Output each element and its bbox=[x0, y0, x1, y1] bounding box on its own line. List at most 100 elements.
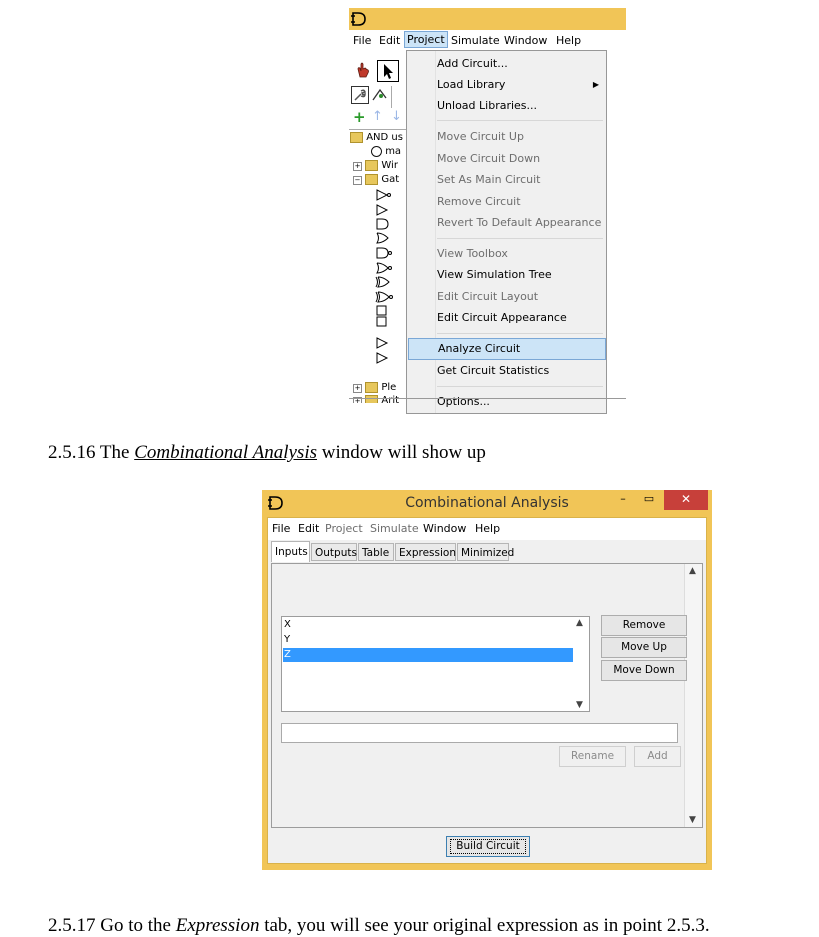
tree-root-label: AND us bbox=[366, 132, 403, 143]
menu-item-analyze-circuit[interactable]: Analyze Circuit bbox=[408, 338, 606, 360]
folder-icon bbox=[365, 381, 379, 393]
caption1-prefix: 2.5.16 The bbox=[48, 442, 135, 463]
list-item[interactable]: X bbox=[283, 618, 573, 632]
logisim-logo-icon bbox=[351, 12, 366, 26]
menu-item-remove-circuit[interactable]: Remove Circuit bbox=[436, 192, 605, 212]
down-arrow-icon[interactable]: ↓ bbox=[391, 109, 402, 124]
menu-item-edit-circuit-appearance[interactable]: Edit Circuit Appearance bbox=[436, 308, 605, 328]
variable-name-field[interactable] bbox=[281, 723, 678, 743]
move-down-button[interactable]: Move Down bbox=[601, 660, 687, 681]
tree-item-plexers-label: Ple bbox=[381, 382, 397, 393]
add-button[interactable]: Add bbox=[634, 746, 681, 767]
move-up-button[interactable]: Move Up bbox=[601, 637, 687, 658]
menu-item-edit-circuit-layout[interactable]: Edit Circuit Layout bbox=[436, 287, 605, 307]
minimize-icon[interactable]: – bbox=[612, 490, 634, 510]
scroll-down-icon[interactable]: ▼ bbox=[576, 700, 583, 710]
poke-tool-icon[interactable] bbox=[353, 60, 375, 82]
tree-item-arith-label: Arit bbox=[381, 395, 400, 403]
menu-window[interactable]: Window bbox=[423, 522, 466, 535]
menu-item-load-library[interactable]: Load Library ▶ bbox=[436, 75, 605, 95]
menu-separator bbox=[437, 386, 603, 387]
tree-item-plexers[interactable]: + Ple bbox=[353, 381, 396, 395]
menu-item-move-circuit-down[interactable]: Move Circuit Down bbox=[436, 149, 605, 169]
tree-item-wiring-label: Wir bbox=[381, 160, 398, 171]
caption2-emphasis: Expression bbox=[175, 915, 260, 936]
menu-separator bbox=[437, 120, 603, 121]
folder-icon bbox=[365, 159, 379, 171]
tab-table[interactable]: Table bbox=[358, 543, 394, 561]
build-circuit-label: Build Circuit bbox=[450, 839, 526, 854]
logisim-project-menu-screenshot: File Edit Project Simulate Window Help +… bbox=[349, 8, 626, 414]
maximize-icon[interactable]: ▭ bbox=[638, 490, 660, 510]
menu-simulate[interactable]: Simulate bbox=[370, 522, 419, 535]
menu-help[interactable]: Help bbox=[475, 522, 500, 535]
menu-project[interactable]: Project bbox=[325, 522, 363, 535]
list-item-selected[interactable]: Z bbox=[283, 648, 573, 662]
wrench-icon[interactable] bbox=[351, 86, 369, 104]
select-tool-icon[interactable] bbox=[377, 60, 399, 82]
canvas-pane bbox=[607, 50, 626, 414]
tab-outputs[interactable]: Outputs bbox=[311, 543, 357, 561]
list-item[interactable]: Y bbox=[283, 633, 573, 647]
close-icon[interactable]: ✕ bbox=[664, 490, 708, 510]
panel-scrollbar[interactable]: ▲ ▼ bbox=[684, 564, 702, 827]
tab-expression[interactable]: Expression bbox=[395, 543, 456, 561]
menu-item-revert-appearance[interactable]: Revert To Default Appearance bbox=[436, 213, 605, 233]
plus-icon[interactable]: + bbox=[353, 108, 366, 126]
rename-button[interactable]: Rename bbox=[559, 746, 626, 767]
build-circuit-button[interactable]: Build Circuit bbox=[446, 836, 530, 857]
menu-separator bbox=[437, 333, 603, 334]
tree-root[interactable]: AND us bbox=[350, 131, 403, 145]
menu-item-move-circuit-up[interactable]: Move Circuit Up bbox=[436, 127, 605, 147]
menu-help[interactable]: Help bbox=[554, 33, 583, 48]
menu-item-add-circuit[interactable]: Add Circuit... bbox=[436, 54, 605, 74]
menu-window[interactable]: Window bbox=[502, 33, 549, 48]
explorer-pane: + ↑ ↓ AND us ma + Wir − Gat + Ple + Arit bbox=[349, 50, 406, 414]
menu-file[interactable]: File bbox=[351, 33, 373, 48]
menu-item-view-simulation-tree[interactable]: View Simulation Tree bbox=[436, 265, 605, 285]
menu-item-view-toolbox[interactable]: View Toolbox bbox=[436, 244, 605, 264]
tab-minimized[interactable]: Minimized bbox=[457, 543, 514, 561]
load-library-label: Load Library bbox=[437, 78, 506, 91]
menu-item-options[interactable]: Options... bbox=[436, 392, 605, 412]
collapse-icon[interactable]: − bbox=[353, 176, 362, 185]
tree-item-gates[interactable]: − Gat bbox=[353, 173, 399, 187]
menu-edit[interactable]: Edit bbox=[298, 522, 319, 535]
menu-separator bbox=[437, 238, 603, 239]
list-scrollbar[interactable]: ▲ ▼ bbox=[573, 617, 589, 711]
menu-edit[interactable]: Edit bbox=[377, 33, 402, 48]
caption1-suffix: window will show up bbox=[317, 442, 486, 463]
caption2-prefix: 2.5.17 Go to the bbox=[48, 915, 176, 936]
scroll-down-icon[interactable]: ▼ bbox=[689, 815, 696, 825]
edit-appearance-icon[interactable] bbox=[371, 86, 393, 108]
scroll-up-icon[interactable]: ▲ bbox=[689, 566, 696, 576]
menu-item-unload-libraries[interactable]: Unload Libraries... bbox=[436, 96, 605, 116]
window-client: File Edit Project Simulate Window Help I… bbox=[267, 517, 707, 864]
tree-item-main[interactable]: ma bbox=[371, 145, 401, 159]
gate-icons bbox=[375, 189, 393, 364]
tree-item-wiring[interactable]: + Wir bbox=[353, 159, 398, 173]
submenu-arrow-icon: ▶ bbox=[592, 80, 599, 89]
expand-icon[interactable]: + bbox=[353, 384, 362, 393]
menu-project[interactable]: Project bbox=[404, 31, 448, 48]
menu-bar: File Edit Project Simulate Window Help bbox=[349, 30, 626, 51]
tree-item-gates-label: Gat bbox=[381, 174, 400, 185]
input-variable-list[interactable]: X Y Z ▲ ▼ bbox=[281, 616, 590, 712]
scroll-up-icon[interactable]: ▲ bbox=[576, 618, 583, 628]
remove-button[interactable]: Remove bbox=[601, 615, 687, 636]
title-bar[interactable]: Combinational Analysis – ▭ ✕ bbox=[262, 490, 712, 517]
menu-file[interactable]: File bbox=[272, 522, 290, 535]
caption2-suffix: tab, you will see your original expressi… bbox=[259, 915, 710, 936]
expand-icon[interactable]: + bbox=[353, 162, 362, 171]
tab-inputs[interactable]: Inputs bbox=[271, 541, 310, 562]
combinational-analysis-window: Combinational Analysis – ▭ ✕ File Edit P… bbox=[262, 490, 712, 870]
up-arrow-icon[interactable]: ↑ bbox=[372, 109, 383, 124]
caption-2-5-16: 2.5.16 The Combinational Analysis window… bbox=[48, 442, 486, 464]
menu-item-circuit-statistics[interactable]: Get Circuit Statistics bbox=[436, 361, 605, 381]
folder-icon bbox=[365, 173, 379, 185]
menu-item-set-main-circuit[interactable]: Set As Main Circuit bbox=[436, 170, 605, 190]
menu-simulate[interactable]: Simulate bbox=[449, 33, 502, 48]
add-circuit-toolbar: + ↑ ↓ bbox=[353, 108, 403, 126]
project-menu-dropdown: Add Circuit... Load Library ▶ Unload Libr… bbox=[406, 50, 607, 414]
folder-icon bbox=[350, 131, 363, 143]
